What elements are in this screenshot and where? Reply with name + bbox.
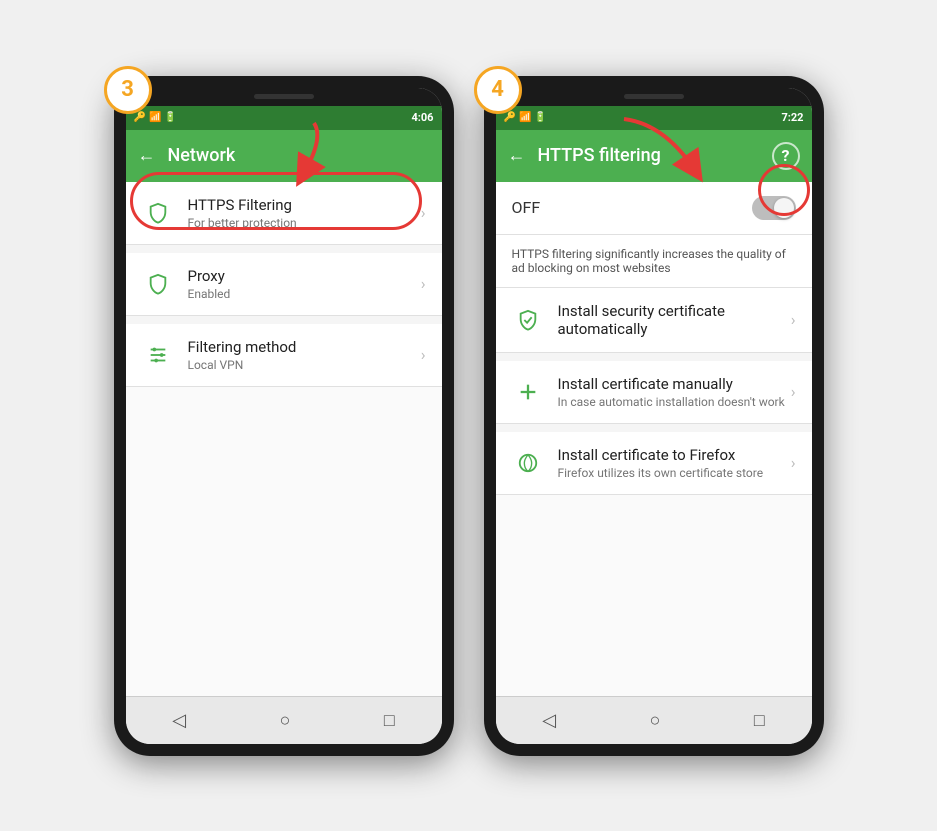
phone3-screen: 🔑 📶 🔋 4:06 ← Network xyxy=(126,88,442,744)
https-filtering-icon xyxy=(142,197,174,229)
phone4-nav-recents[interactable]: □ xyxy=(754,710,765,731)
install-cert-manual-text: Install certificate manually In case aut… xyxy=(558,375,791,409)
phone4-bottom-nav: ◁ ○ □ xyxy=(496,696,812,744)
install-cert-firefox-subtitle: Firefox utilizes its own certificate sto… xyxy=(558,466,791,480)
phone3-icon3: 🔋 xyxy=(164,112,176,123)
phone4-container: 4 🔑 📶 xyxy=(484,76,824,756)
filtering-method-subtitle: Local VPN xyxy=(188,358,421,372)
toggle-knob xyxy=(774,198,794,218)
phone3-back-button[interactable]: ← xyxy=(138,145,156,166)
https-filtering-title: HTTPS Filtering xyxy=(188,196,421,214)
phone3-content: HTTPS Filtering For better protection › xyxy=(126,182,442,696)
phone3-time: 4:06 xyxy=(411,111,433,124)
phone3-icon1: 🔑 xyxy=(134,112,146,123)
phone4-status-icons: 🔑 📶 🔋 xyxy=(504,112,547,123)
proxy-subtitle: Enabled xyxy=(188,287,421,301)
phone4-divider2 xyxy=(496,424,812,432)
step4-badge: 4 xyxy=(474,66,522,114)
phone4-icon1: 🔑 xyxy=(504,112,516,123)
menu-item-https-filtering[interactable]: HTTPS Filtering For better protection › xyxy=(126,182,442,245)
phone3-bottom-nav: ◁ ○ □ xyxy=(126,696,442,744)
phone3-status-bar: 🔑 📶 🔋 4:06 xyxy=(126,106,442,130)
filtering-method-title: Filtering method xyxy=(188,338,421,356)
phone3-icon2: 📶 xyxy=(149,112,161,123)
phone4-icon2: 📶 xyxy=(519,112,531,123)
phone4-notch xyxy=(496,88,812,106)
https-description: HTTPS filtering significantly increases … xyxy=(496,235,812,288)
phone4-back-button[interactable]: ← xyxy=(508,145,526,166)
filtering-method-icon xyxy=(142,339,174,371)
install-cert-auto-text: Install security certificate automatical… xyxy=(558,302,791,338)
phone3-title: Network xyxy=(168,145,430,166)
proxy-title: Proxy xyxy=(188,267,421,285)
proxy-icon xyxy=(142,268,174,300)
phone4-time: 7:22 xyxy=(781,111,803,124)
phone4-help-icon[interactable]: ? xyxy=(772,142,800,170)
step3-badge: 3 xyxy=(104,66,152,114)
phone4-speaker xyxy=(624,94,684,99)
phone4-divider1 xyxy=(496,353,812,361)
menu-item-install-cert-auto[interactable]: Install security certificate automatical… xyxy=(496,288,812,353)
menu-item-install-cert-manual[interactable]: Install certificate manually In case aut… xyxy=(496,361,812,424)
phone3-divider2 xyxy=(126,316,442,324)
install-cert-manual-subtitle: In case automatic installation doesn't w… xyxy=(558,395,791,409)
phone4-content: OFF HTTPS filtering significantly increa… xyxy=(496,182,812,696)
phone4-title: HTTPS filtering xyxy=(538,145,760,166)
phone4-icon3: 🔋 xyxy=(534,112,546,123)
phone4-status-bar: 🔑 📶 🔋 7:22 xyxy=(496,106,812,130)
install-cert-auto-title: Install security certificate automatical… xyxy=(558,302,791,338)
phone3-speaker xyxy=(254,94,314,99)
menu-item-install-cert-firefox[interactable]: Install certificate to Firefox Firefox u… xyxy=(496,432,812,495)
filtering-method-text: Filtering method Local VPN xyxy=(188,338,421,372)
phone4-nav-back[interactable]: ◁ xyxy=(542,710,556,731)
install-cert-manual-title: Install certificate manually xyxy=(558,375,791,393)
phone3: 🔑 📶 🔋 4:06 ← Network xyxy=(114,76,454,756)
phone3-notch xyxy=(126,88,442,106)
install-cert-firefox-title: Install certificate to Firefox xyxy=(558,446,791,464)
install-cert-manual-arrow: › xyxy=(791,382,796,401)
phone4-nav-home[interactable]: ○ xyxy=(650,710,661,731)
https-filtering-text: HTTPS Filtering For better protection xyxy=(188,196,421,230)
phone3-status-icons: 🔑 📶 🔋 xyxy=(134,112,177,123)
https-filtering-arrow: › xyxy=(421,203,426,222)
install-cert-firefox-text: Install certificate to Firefox Firefox u… xyxy=(558,446,791,480)
proxy-text: Proxy Enabled xyxy=(188,267,421,301)
phone4-screen: 🔑 📶 🔋 7:22 ← HTTPS filtering ? OFF xyxy=(496,88,812,744)
phone4-app-bar: ← HTTPS filtering ? xyxy=(496,130,812,182)
phone3-container: 3 🔑 📶 xyxy=(114,76,454,756)
phone3-nav-home[interactable]: ○ xyxy=(280,710,291,731)
phone4: 🔑 📶 🔋 7:22 ← HTTPS filtering ? OFF xyxy=(484,76,824,756)
install-cert-manual-icon xyxy=(512,376,544,408)
proxy-arrow: › xyxy=(421,274,426,293)
https-toggle[interactable] xyxy=(752,196,796,220)
phone3-nav-recents[interactable]: □ xyxy=(384,710,395,731)
off-toggle-row[interactable]: OFF xyxy=(496,182,812,235)
phone3-nav-back[interactable]: ◁ xyxy=(172,710,186,731)
menu-item-proxy[interactable]: Proxy Enabled › xyxy=(126,253,442,316)
install-cert-auto-icon xyxy=(512,304,544,336)
phone3-app-bar: ← Network xyxy=(126,130,442,182)
filtering-method-arrow: › xyxy=(421,345,426,364)
menu-item-filtering-method[interactable]: Filtering method Local VPN › xyxy=(126,324,442,387)
install-cert-firefox-icon xyxy=(512,447,544,479)
off-label: OFF xyxy=(512,198,541,217)
install-cert-firefox-arrow: › xyxy=(791,453,796,472)
phone3-divider1 xyxy=(126,245,442,253)
install-cert-auto-arrow: › xyxy=(791,310,796,329)
https-filtering-subtitle: For better protection xyxy=(188,216,421,230)
page-wrapper: 3 🔑 📶 xyxy=(114,76,824,756)
